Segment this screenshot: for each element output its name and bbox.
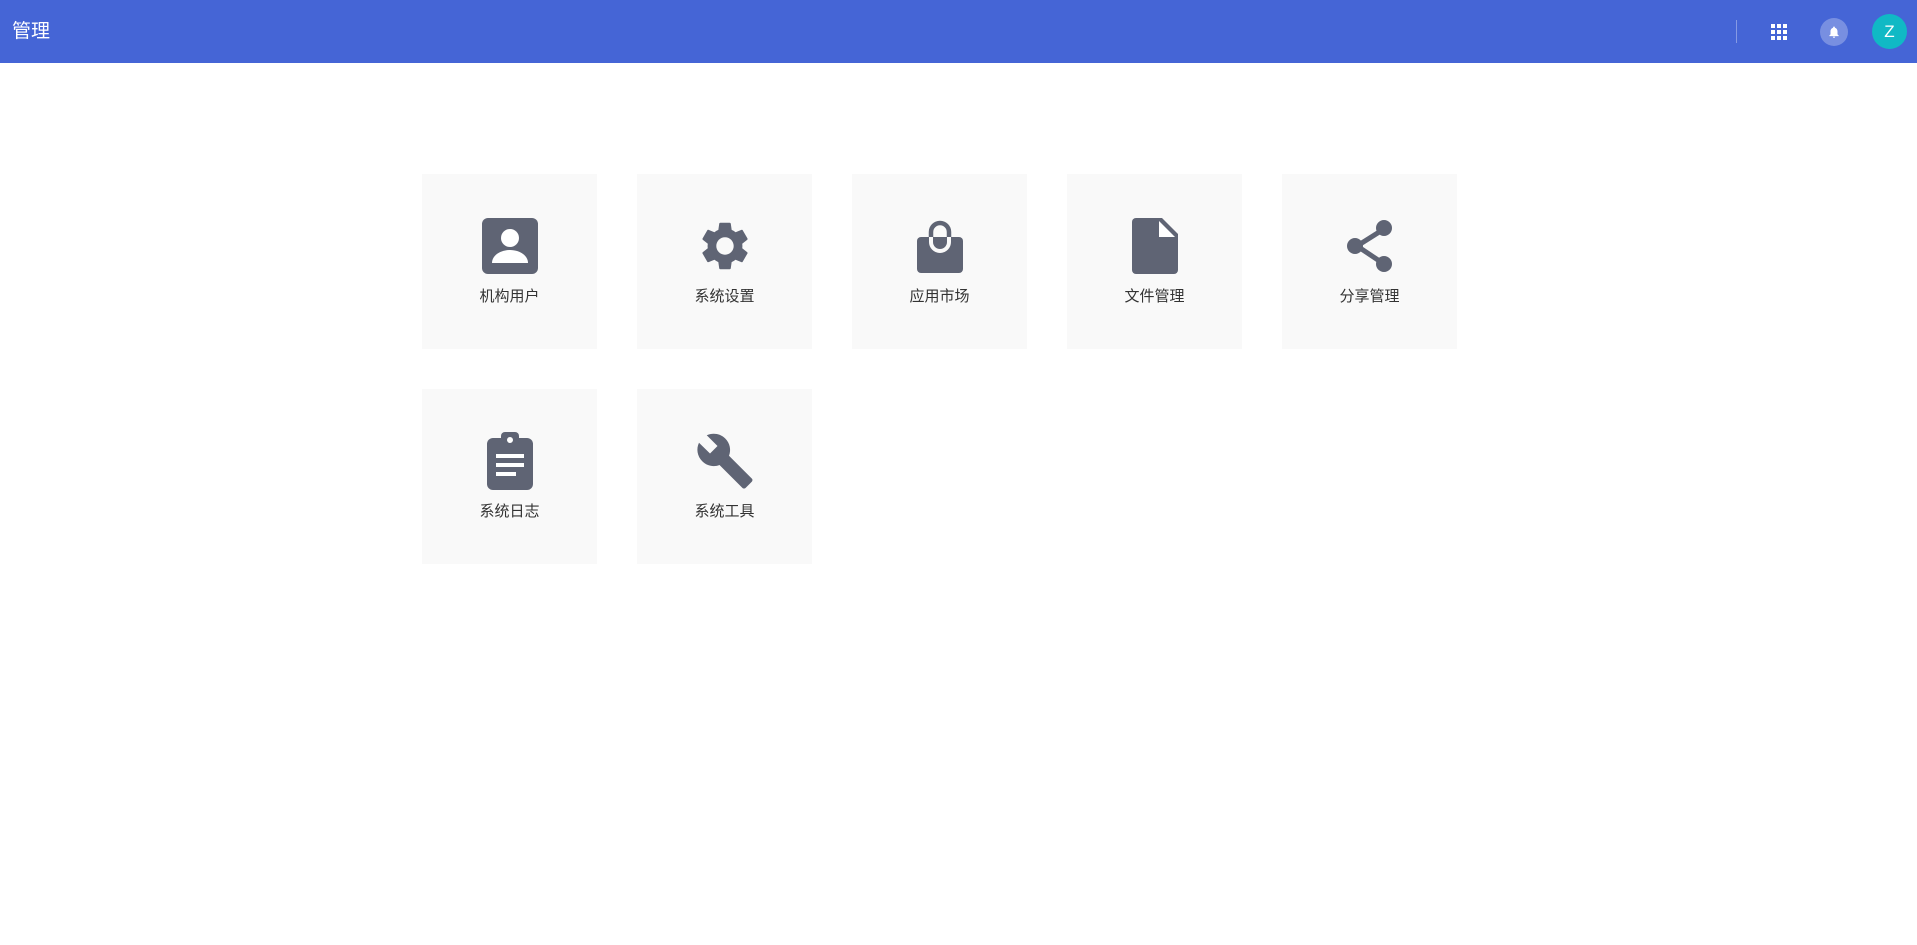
tile-label: 应用市场: [909, 287, 970, 305]
tile-system-log[interactable]: 系统日志: [422, 389, 597, 564]
clipboard-log-icon: [486, 432, 533, 490]
apps-button[interactable]: [1765, 18, 1793, 46]
apps-grid-icon: [1771, 24, 1787, 40]
user-avatar[interactable]: Z: [1872, 14, 1907, 49]
tile-share-management[interactable]: 分享管理: [1282, 174, 1457, 349]
tile-system-settings[interactable]: 系统设置: [637, 174, 812, 349]
tile-org-users[interactable]: 机构用户: [422, 174, 597, 349]
document-icon: [1131, 218, 1178, 274]
tile-label: 系统工具: [694, 502, 755, 520]
tile-label: 文件管理: [1124, 287, 1185, 305]
tile-system-tools[interactable]: 系统工具: [637, 389, 812, 564]
tile-label: 分享管理: [1339, 287, 1400, 305]
tile-app-market[interactable]: 应用市场: [852, 174, 1027, 349]
admin-tile-grid: 机构用户 系统设置 应用市场 文件管理 分享管理 系统日志 系统工具: [422, 174, 1457, 564]
share-icon: [1346, 220, 1392, 272]
tile-file-management[interactable]: 文件管理: [1067, 174, 1242, 349]
notifications-button[interactable]: [1820, 18, 1848, 46]
page-title: 管理: [12, 20, 51, 42]
wrench-icon: [696, 433, 752, 489]
tile-label: 机构用户: [479, 287, 540, 305]
top-bar: 管理 Z: [0, 0, 1917, 63]
shopping-bag-icon: [916, 220, 963, 273]
bell-icon: [1829, 26, 1839, 38]
contact-card-icon: [481, 218, 538, 274]
tile-label: 系统设置: [694, 287, 755, 305]
header-divider: [1736, 20, 1737, 43]
gear-icon: [701, 222, 748, 270]
tile-label: 系统日志: [479, 502, 540, 520]
